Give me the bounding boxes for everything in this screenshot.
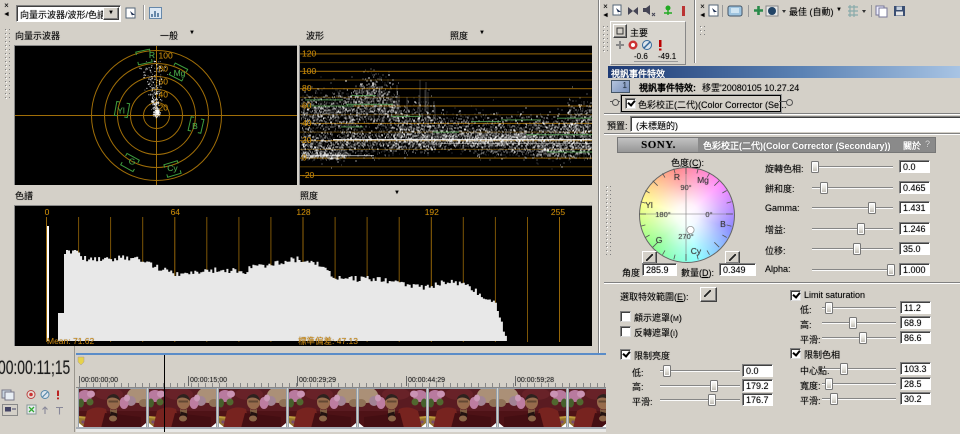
- svg-text:Mean: 71.62: Mean: 71.62: [47, 336, 95, 346]
- svg-text:Yl: Yl: [645, 200, 653, 210]
- svg-text:80: 80: [302, 83, 312, 93]
- svg-text:64: 64: [171, 207, 181, 217]
- svg-text:192: 192: [425, 207, 439, 217]
- svg-text:B: B: [720, 219, 726, 229]
- svg-text:40: 40: [302, 118, 312, 128]
- svg-text:標準偏差: 47.13: 標準偏差: 47.13: [298, 336, 358, 346]
- svg-text:0: 0: [45, 207, 50, 217]
- svg-text:20: 20: [302, 135, 312, 145]
- svg-text:Mg: Mg: [697, 175, 709, 185]
- svg-text:B: B: [192, 121, 198, 131]
- svg-text:255: 255: [551, 207, 565, 217]
- svg-text:90°: 90°: [680, 183, 691, 192]
- svg-text:100: 100: [159, 51, 173, 61]
- svg-text:Cy: Cy: [167, 163, 178, 173]
- svg-text:0°: 0°: [705, 210, 712, 219]
- svg-text:100: 100: [302, 66, 316, 76]
- svg-text:Cy: Cy: [691, 246, 702, 256]
- svg-text:-20: -20: [302, 170, 315, 180]
- svg-text:0: 0: [302, 153, 307, 163]
- svg-text:R: R: [674, 172, 680, 182]
- svg-text:60: 60: [302, 101, 312, 111]
- svg-text:R: R: [149, 50, 155, 60]
- svg-text:G: G: [129, 157, 136, 167]
- svg-text:180°: 180°: [655, 210, 671, 219]
- svg-text:Yl: Yl: [117, 106, 125, 116]
- svg-text:20: 20: [159, 103, 169, 113]
- svg-text:120: 120: [302, 48, 316, 58]
- svg-text:Mg: Mg: [174, 68, 186, 78]
- svg-text:G: G: [656, 235, 663, 245]
- svg-text:128: 128: [296, 207, 310, 217]
